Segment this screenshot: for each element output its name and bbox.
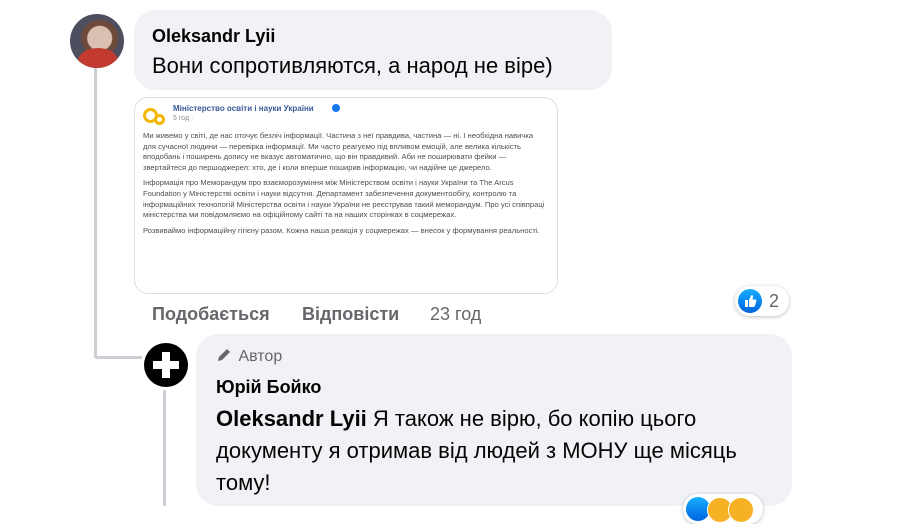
avatar-figure xyxy=(78,48,118,68)
tagged-user-link[interactable]: Oleksandr Lyii xyxy=(216,406,367,431)
avatar[interactable] xyxy=(70,14,124,68)
attachment-body: Ми живемо у світі, де нас оточує безліч … xyxy=(143,131,547,241)
reply-author[interactable]: Юрій Бойко xyxy=(216,377,321,398)
reply-text: Oleksandr Lyii Я також не вірю, бо копію… xyxy=(216,403,776,499)
ministry-logo-icon xyxy=(143,108,167,126)
attachment-paragraph: Розвиваймо інформаційну гігієну разом. К… xyxy=(143,225,540,235)
like-icon xyxy=(738,289,762,313)
attachment-paragraph: Інформація про Меморандум про взаєморозу… xyxy=(143,178,545,220)
thread-line xyxy=(94,64,97,358)
verified-icon xyxy=(332,104,340,112)
comment-author[interactable]: Oleksandr Lyii xyxy=(152,26,275,47)
plus-icon xyxy=(153,352,179,378)
comment-timestamp[interactable]: 23 год xyxy=(430,304,481,325)
thread-connector xyxy=(94,356,142,359)
comment-text: Вони сопротивляются, а народ не віре) xyxy=(152,53,553,78)
author-badge: Автор xyxy=(216,347,282,366)
comment-attachment-image[interactable]: Міністерство освіти і науки України 5 го… xyxy=(134,97,558,294)
author-badge-label: Автор xyxy=(238,348,283,365)
reaction-count: 2 xyxy=(769,291,780,311)
attachment-time: 5 год · xyxy=(173,115,194,122)
reaction-summary[interactable]: 2 xyxy=(735,286,789,316)
reply-thread-line xyxy=(163,390,166,506)
like-button[interactable]: Подобається xyxy=(152,304,270,325)
pencil-icon xyxy=(218,349,230,361)
reply-reaction-summary[interactable] xyxy=(683,494,763,524)
attachment-paragraph: Ми живемо у світі, де нас оточує безліч … xyxy=(143,131,534,172)
attachment-page-name: Міністерство освіти і науки України xyxy=(173,104,314,113)
reply-button[interactable]: Відповісти xyxy=(302,304,399,325)
reply-avatar[interactable] xyxy=(144,343,188,387)
wow-icon xyxy=(728,497,754,523)
